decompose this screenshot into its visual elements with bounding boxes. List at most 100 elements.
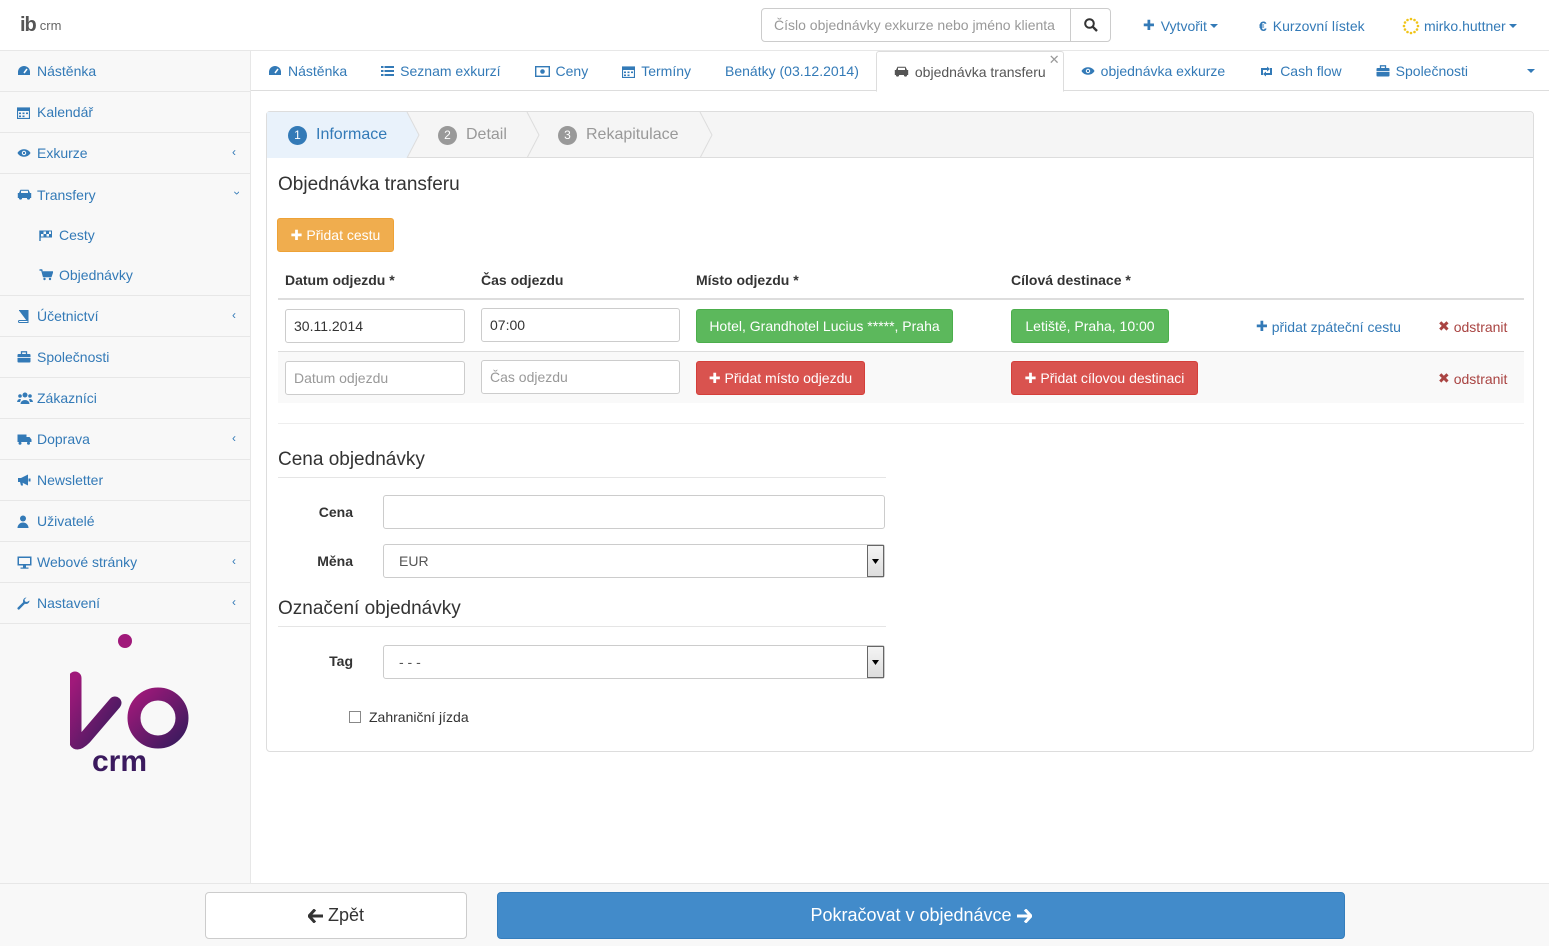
- list-icon: [381, 65, 395, 77]
- eye-icon: [17, 148, 37, 158]
- truck-icon: [17, 434, 37, 445]
- sidebar-item-label: Transfery: [37, 186, 96, 203]
- bullhorn-icon: [17, 474, 37, 486]
- close-tab-icon[interactable]: ✕: [1049, 52, 1060, 68]
- tabs-overflow-dropdown[interactable]: [1510, 51, 1549, 91]
- wizard-step-summary[interactable]: 3 Rekapitulace: [558, 112, 679, 158]
- remove-label: odstranit: [1453, 370, 1508, 387]
- tab-label: Cash flow: [1280, 63, 1342, 79]
- sidebar-item-excursions[interactable]: Exkurze ‹: [0, 133, 250, 174]
- sidebar-subitem-orders[interactable]: Objednávky: [0, 255, 250, 295]
- sidebar-item-transport[interactable]: Doprava ‹: [0, 419, 250, 460]
- money-icon: [534, 65, 550, 77]
- logo-crm-text: crm: [92, 745, 147, 773]
- departure-date-input[interactable]: 30.11.2014: [285, 309, 465, 343]
- tab-label: objednávka exkurze: [1100, 63, 1226, 79]
- book-icon: [17, 309, 37, 323]
- tab-excursion-order[interactable]: objednávka exkurze: [1064, 51, 1243, 91]
- chevron-left-icon: ‹: [232, 308, 236, 322]
- tab-companies[interactable]: Společnosti: [1359, 51, 1485, 91]
- dropdown-arrow-icon: [867, 646, 884, 678]
- brand-logo[interactable]: ib crm: [20, 13, 61, 37]
- sidebar-item-transfers[interactable]: Transfery ‹: [0, 174, 250, 215]
- tab-transfer-order[interactable]: objednávka transferu ✕: [875, 51, 1064, 92]
- departure-place-button[interactable]: Hotel, Grandhotel Lucius *****, Praha: [696, 309, 953, 343]
- dropdown-arrow-icon: [867, 545, 884, 577]
- price-section-title: Cena objednávky: [278, 449, 886, 478]
- destination-button[interactable]: Letiště, Praha, 10:00: [1011, 309, 1169, 343]
- col-header-date: Datum odjezdu *: [285, 272, 395, 288]
- sidebar-item-label: Nástěnka: [37, 63, 97, 79]
- add-return-label: přidat zpáteční cestu: [1271, 318, 1401, 335]
- calendar-icon: [622, 65, 636, 78]
- sidebar-item-calendar[interactable]: Kalendář: [0, 92, 250, 133]
- remove-row-link[interactable]: ✖ odstranit: [1438, 370, 1507, 387]
- create-label: Vytvořit: [1160, 17, 1207, 34]
- users-icon: [17, 392, 37, 404]
- departure-time-input-empty[interactable]: Čas odjezdu: [481, 360, 680, 394]
- caret-down-icon: [1508, 23, 1517, 28]
- price-input[interactable]: [383, 495, 885, 529]
- wizard-step-information[interactable]: 1 Informace: [288, 112, 387, 158]
- tab-prices[interactable]: Ceny: [518, 51, 606, 91]
- briefcase-icon: [17, 351, 37, 363]
- transfers-submenu: Cesty Objednávky: [0, 215, 250, 296]
- departure-date-input-empty[interactable]: Datum odjezdu: [285, 361, 465, 395]
- sidebar-item-label: Doprava: [37, 431, 90, 447]
- exchange-rate-link[interactable]: € Kurzovní lístek: [1259, 0, 1365, 51]
- sidebar-item-users[interactable]: Uživatelé: [0, 501, 250, 542]
- user-name: mirko.huttner: [1424, 17, 1506, 34]
- create-menu[interactable]: ✚ Vytvořit: [1143, 0, 1218, 51]
- wizard-step-detail[interactable]: 2 Detail: [438, 112, 507, 158]
- add-route-button[interactable]: ✚ Přidat cestu: [277, 218, 394, 252]
- foreign-trip-checkbox[interactable]: [349, 711, 361, 723]
- user-menu[interactable]: mirko.huttner: [1402, 0, 1517, 51]
- logo-suffix: crm: [39, 17, 62, 33]
- header-divider: [278, 298, 1524, 300]
- sidebar-item-companies[interactable]: Společnosti: [0, 337, 250, 378]
- add-return-trip-link[interactable]: ✚ přidat zpáteční cestu: [1256, 318, 1401, 335]
- step-number: 3: [558, 125, 577, 145]
- arrow-right-icon: [1016, 908, 1032, 923]
- briefcase-icon: [1376, 65, 1390, 77]
- car-icon: [894, 66, 909, 77]
- search-button[interactable]: [1070, 9, 1110, 41]
- sidebar-item-newsletter[interactable]: Newsletter: [0, 460, 250, 501]
- step-label: Detail: [466, 126, 507, 143]
- sidebar-item-label: Nastavení: [37, 595, 101, 611]
- sidebar-item-websites[interactable]: Webové stránky ‹: [0, 542, 250, 583]
- chevron-left-icon: ‹: [232, 145, 236, 159]
- add-route-label: Přidat cestu: [306, 227, 381, 243]
- page-title: Objednávka transferu: [278, 174, 460, 195]
- sidebar: Nástěnka Kalendář Exkurze ‹ Transfery ‹ …: [0, 51, 251, 883]
- tab-label: objednávka transferu: [914, 63, 1046, 80]
- remove-row-link[interactable]: ✖ odstranit: [1438, 318, 1507, 335]
- tag-select[interactable]: - - -: [383, 645, 885, 679]
- sidebar-item-settings[interactable]: Nastavení ‹: [0, 583, 250, 624]
- eu-stars-icon: [1402, 17, 1420, 34]
- sidebar-item-label: Newsletter: [37, 472, 104, 488]
- sidebar-subitem-routes[interactable]: Cesty: [0, 215, 250, 255]
- tab-venice[interactable]: Benátky (03.12.2014): [708, 51, 876, 91]
- sidebar-item-dashboard[interactable]: Nástěnka: [0, 51, 250, 92]
- tab-excursion-list[interactable]: Seznam exkurzí: [364, 51, 517, 91]
- euro-icon: €: [1259, 17, 1267, 34]
- tab-dashboard[interactable]: Nástěnka: [251, 51, 364, 91]
- sidebar-item-customers[interactable]: Zákazníci: [0, 378, 250, 419]
- currency-select[interactable]: EUR: [383, 544, 885, 578]
- tab-cash-flow[interactable]: Cash flow: [1242, 51, 1358, 91]
- sidebar-item-accounting[interactable]: Účetnictví ‹: [0, 296, 250, 337]
- search-input[interactable]: [762, 9, 1070, 41]
- tab-bar: Nástěnka Seznam exkurzí Ceny Termíny Ben…: [251, 51, 1549, 92]
- add-destination-button[interactable]: ✚ Přidat cílovou destinaci: [1011, 361, 1198, 395]
- calendar-icon: [17, 106, 37, 119]
- tab-terms[interactable]: Termíny: [605, 51, 708, 91]
- continue-button[interactable]: Pokračovat v objednávce: [497, 892, 1345, 939]
- foreign-trip-label: Zahraniční jízda: [369, 709, 469, 725]
- back-button[interactable]: Zpět: [205, 892, 467, 939]
- departure-time-input[interactable]: 07:00: [481, 308, 680, 342]
- chevron-down-icon: ‹: [229, 191, 243, 195]
- add-departure-place-button[interactable]: ✚ Přidat místo odjezdu: [696, 361, 865, 395]
- chevron-left-icon: ‹: [232, 595, 236, 609]
- chevron-left-icon: ‹: [232, 431, 236, 445]
